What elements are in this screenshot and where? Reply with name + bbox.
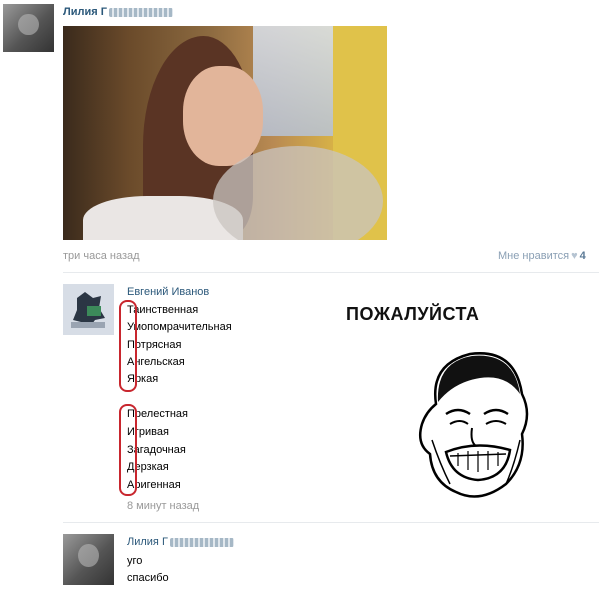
like-label: Мне нравится <box>498 250 570 262</box>
heart-icon: ♥ <box>571 250 578 262</box>
reply-author-avatar[interactable] <box>63 534 114 585</box>
like-button[interactable]: Мне нравится ♥ 4 <box>498 250 586 262</box>
reply-author-text: Лилия Г <box>127 536 168 548</box>
reply-author-name[interactable]: Лилия Г <box>127 536 234 548</box>
comment-divider <box>63 522 599 523</box>
first-letters-highlight-bottom <box>119 404 137 496</box>
comment-author-avatar[interactable] <box>63 284 114 335</box>
reply-text-line1: уго <box>127 555 143 567</box>
like-count: 4 <box>579 250 586 262</box>
avatar-face <box>78 544 99 568</box>
meme-caption: ПОЖАЛУЙСТА <box>346 304 480 324</box>
blurred-surname <box>108 7 173 17</box>
post-author-name[interactable]: Лилия Г <box>63 6 173 18</box>
post-author-text: Лилия Г <box>63 6 107 18</box>
first-letters-highlight-top <box>119 300 137 392</box>
post-photo[interactable] <box>63 26 387 240</box>
post-timestamp[interactable]: три часа назад <box>63 250 140 262</box>
post-author-avatar[interactable] <box>3 4 54 52</box>
robot-figure-icon <box>63 284 114 335</box>
post-divider <box>63 272 599 273</box>
comment-line: Таинственная <box>127 304 199 316</box>
comment-line: Умопомрачительная <box>127 321 232 333</box>
photo-window <box>253 26 343 136</box>
yao-ming-meme-face-icon <box>419 352 529 498</box>
photo-face <box>183 66 263 166</box>
reply-text-line2: спасибо <box>127 572 169 584</box>
blurred-surname <box>169 537 234 547</box>
avatar-face <box>18 13 39 36</box>
comment-author-name[interactable]: Евгений Иванов <box>127 286 209 298</box>
comment-timestamp[interactable]: 8 минут назад <box>127 500 199 512</box>
